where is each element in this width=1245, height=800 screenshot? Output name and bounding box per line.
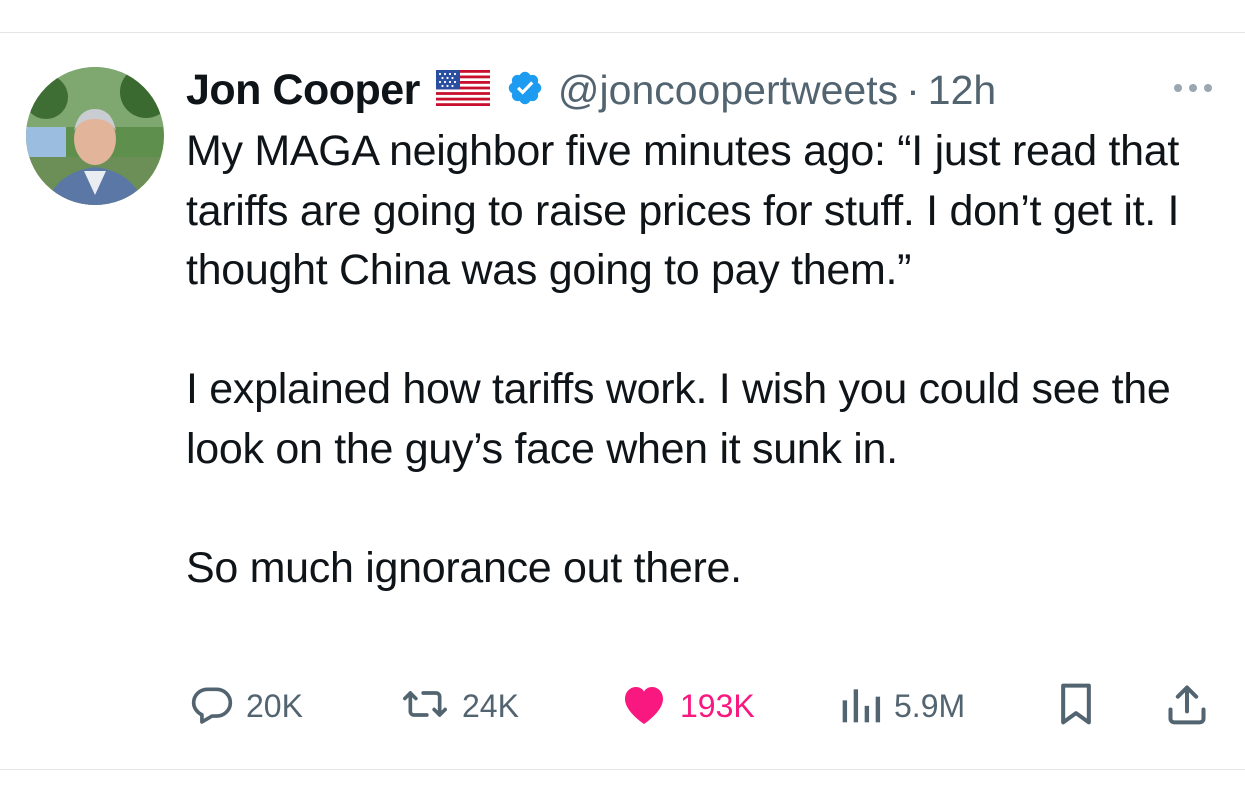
verified-badge-icon[interactable] (506, 69, 544, 112)
tweet-body: My MAGA neighbor five minutes ago: “I ju… (186, 122, 1216, 598)
tweet-paragraph: So much ignorance out there. (186, 543, 742, 592)
repost-count: 24K (462, 687, 519, 724)
reply-icon (190, 682, 234, 731)
views-icon (840, 682, 882, 731)
like-icon (620, 682, 668, 731)
timestamp[interactable]: 12h (928, 67, 996, 114)
reply-button[interactable]: 20K (190, 680, 303, 732)
action-bar: 20K 24K 193K 5.9M (186, 680, 1216, 732)
tweet-paragraph: My MAGA neighbor five minutes ago: “I ju… (186, 127, 1180, 294)
views-button[interactable]: 5.9M (840, 680, 965, 732)
top-divider (0, 32, 1245, 33)
repost-button[interactable]: 24K (400, 680, 519, 732)
author-name[interactable]: Jon Cooper (186, 66, 420, 115)
like-count: 193K (680, 687, 755, 724)
bookmark-button[interactable] (1056, 680, 1096, 732)
tweet-paragraph: I explained how tariffs work. I wish you… (186, 365, 1171, 473)
bookmark-icon (1056, 682, 1096, 731)
repost-icon (400, 682, 450, 731)
reply-count: 20K (246, 687, 303, 724)
avatar[interactable] (26, 67, 164, 205)
share-button[interactable] (1166, 680, 1208, 732)
author-handle[interactable]: @joncoopertweets (558, 67, 898, 114)
separator-dot: · (906, 66, 920, 113)
us-flag-icon (435, 69, 490, 111)
view-count: 5.9M (894, 687, 966, 724)
more-icon[interactable] (1170, 80, 1216, 96)
bottom-divider (0, 769, 1245, 770)
tweet-header: Jon Cooper @joncoopertweets · 12h (186, 64, 996, 116)
like-button[interactable]: 193K (620, 680, 755, 732)
share-icon (1166, 682, 1208, 731)
